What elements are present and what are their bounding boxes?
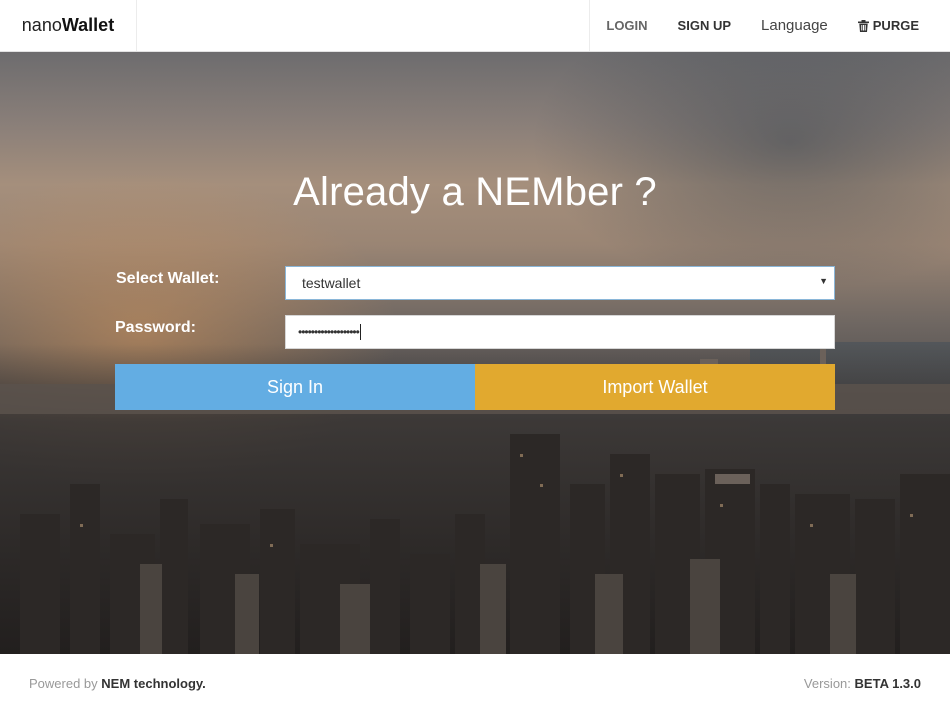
powered-by-label: Powered by — [29, 676, 98, 691]
chevron-down-icon: ▼ — [819, 276, 828, 286]
text-cursor — [359, 324, 361, 340]
sign-in-button[interactable]: Sign In — [115, 364, 475, 410]
wallet-select-value: testwallet — [302, 275, 361, 291]
password-input[interactable]: ••••••••••••••••••• — [285, 315, 835, 349]
nav-language-dropdown[interactable]: Language — [746, 0, 843, 51]
password-masked-value: ••••••••••••••••••• — [298, 325, 360, 339]
nav-purge-button[interactable]: PURGE — [843, 0, 950, 51]
select-wallet-label: Select Wallet: — [116, 270, 220, 287]
trash-icon — [857, 19, 869, 32]
version-text: Version: BETA 1.3.0 — [804, 676, 921, 691]
brand-light-text: nano — [21, 15, 62, 35]
nem-technology-link[interactable]: NEM technology. — [101, 676, 205, 691]
nav-login-link[interactable]: LOGIN — [590, 0, 662, 51]
version-value: BETA 1.3.0 — [854, 676, 921, 691]
nav-signup-link[interactable]: SIGN UP — [663, 0, 746, 51]
wallet-select[interactable]: testwallet ▼ — [285, 266, 835, 300]
nav-menu: LOGIN SIGN UP Language PURGE — [589, 0, 950, 51]
brand-logo-link[interactable]: nano Wallet — [0, 0, 137, 51]
version-label: Version: — [803, 676, 851, 691]
powered-by-text: Powered by NEM technology. — [29, 676, 206, 691]
brand-bold-text: Wallet — [61, 15, 115, 35]
import-wallet-button[interactable]: Import Wallet — [475, 364, 835, 410]
hero-section: Already a NEMber ? Select Wallet: testwa… — [0, 52, 950, 654]
page-footer: Powered by NEM technology. Version: BETA… — [0, 654, 950, 710]
page-title: Already a NEMber ? — [293, 170, 657, 214]
top-navbar: nano Wallet LOGIN SIGN UP Language PURGE — [0, 0, 950, 52]
password-label: Password: — [115, 319, 196, 336]
nav-purge-label: PURGE — [872, 18, 919, 33]
